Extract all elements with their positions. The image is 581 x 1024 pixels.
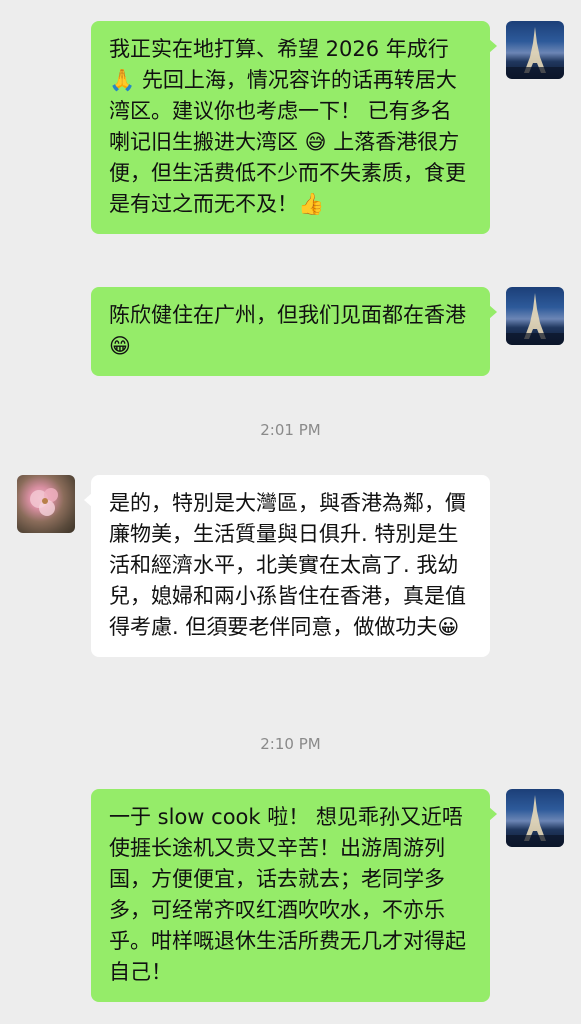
contact-avatar[interactable] [17,475,75,533]
message-bubble-sent[interactable]: 陈欣健住在广州，但我们见面都在香港 😁 [91,287,497,376]
my-avatar[interactable] [506,287,564,345]
message-bubble-received[interactable]: 是的，特別是大灣區，與香港為鄰，價廉物美，生活質量與日俱升. 特別是生活和經濟水… [84,475,490,657]
eiffel-tower-icon [506,795,564,847]
my-avatar[interactable] [506,789,564,847]
flower-icon [30,488,58,516]
timestamp: 2:10 PM [260,735,321,753]
eiffel-tower-icon [506,27,564,79]
message-bubble-sent[interactable]: 一于 slow cook 啦！ 想见乖孙又近唔使捱长途机又贵又辛苦！出游周游列国… [91,789,497,1002]
my-avatar[interactable] [506,21,564,79]
eiffel-tower-icon [506,293,564,345]
message-bubble-sent[interactable]: 我正实在地打算、希望 2026 年成行 🙏 先回上海，情况容许的话再转居大湾区。… [91,21,497,234]
timestamp: 2:01 PM [260,421,321,439]
